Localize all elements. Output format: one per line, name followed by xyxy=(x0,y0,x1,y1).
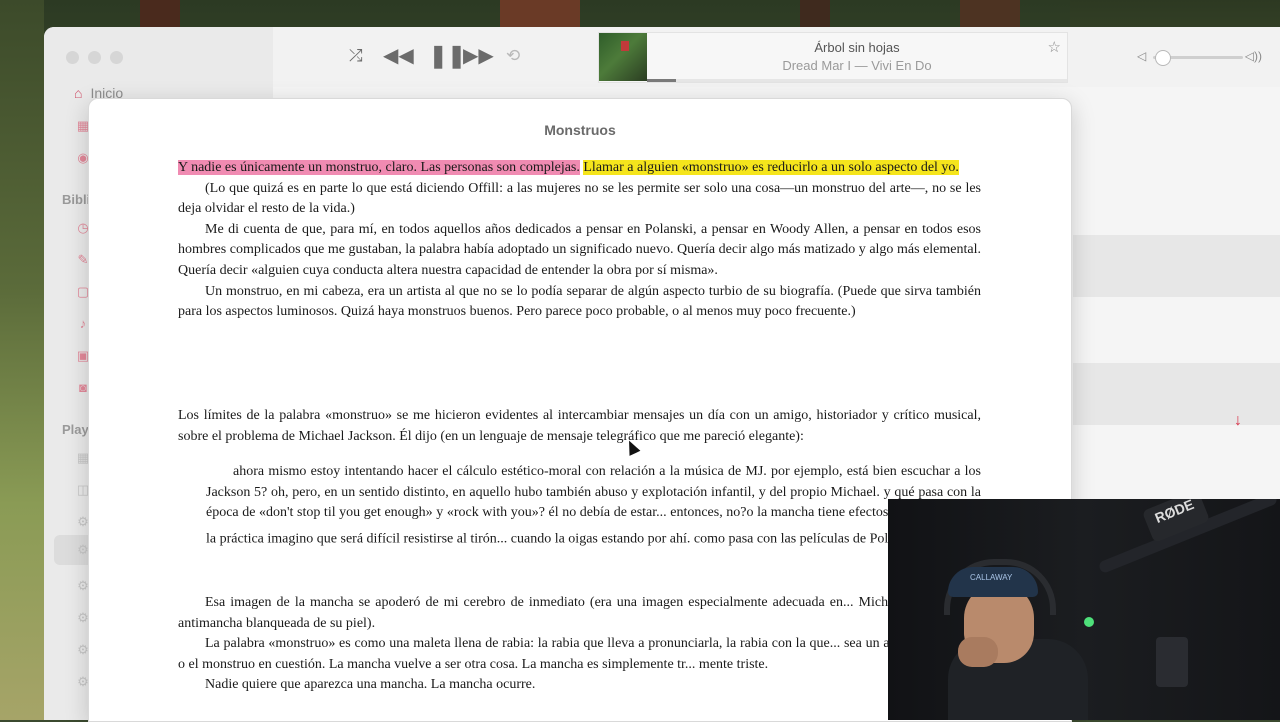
document-title: Monstruos xyxy=(544,122,616,138)
paragraph: (Lo que quizá es en parte lo que está di… xyxy=(178,180,981,217)
pause-icon[interactable]: ❚❚ xyxy=(429,45,466,67)
star-icon[interactable]: ☆ xyxy=(1048,38,1061,56)
document-body: Esa imagen de la mancha se apoderó de mi… xyxy=(178,593,981,696)
minimize-window-button[interactable] xyxy=(88,51,101,64)
track-artist-album: Dread Mar I — Vivi En Do xyxy=(782,58,932,73)
volume-control[interactable]: ◁ ◁)) xyxy=(1137,49,1262,66)
paragraph: Esa imagen de la mancha se apoderó de mi… xyxy=(178,595,981,631)
paragraph: Nadie quiere que aparezca una mancha. La… xyxy=(205,677,536,693)
sidebar-section-library: Bibli xyxy=(62,192,91,207)
highlight-yellow[interactable]: Llamar a alguien «monstruo» es reducirlo… xyxy=(583,160,959,175)
document-body: Los límites de la palabra «monstruo» se … xyxy=(178,406,981,447)
cap-logo: CALLAWAY xyxy=(970,573,1013,582)
list-row[interactable] xyxy=(1073,235,1280,297)
next-track-icon[interactable]: ▶▶ xyxy=(463,45,494,67)
paragraph: Me di cuenta de que, para mí, en todos a… xyxy=(178,221,981,278)
paragraph: Un monstruo, en mi cabeza, era un artist… xyxy=(178,283,981,320)
now-playing[interactable]: Árbol sin hojas Dread Mar I — Vivi En Do… xyxy=(598,32,1068,83)
album-artwork[interactable] xyxy=(599,33,647,81)
track-progress-bar[interactable] xyxy=(647,79,1067,82)
track-progress-fill xyxy=(647,79,677,82)
home-icon: ⌂ xyxy=(74,85,83,101)
shuffle-icon[interactable]: ⤮ xyxy=(349,45,363,67)
hand xyxy=(958,637,998,667)
paragraph: Y nadie es únicamente un monstruo, claro… xyxy=(178,158,981,179)
volume-high-icon: ◁)) xyxy=(1244,49,1262,63)
download-icon[interactable]: ↓ xyxy=(1234,412,1242,430)
green-light xyxy=(1084,617,1094,627)
paragraph: Los límites de la palabra «monstruo» se … xyxy=(178,408,981,444)
repeat-icon[interactable]: ⟲ xyxy=(506,45,520,67)
previous-track-icon[interactable]: ◀◀ xyxy=(383,45,414,67)
quote-text: ahora mismo estoy intentando hacer el cá… xyxy=(206,464,981,547)
block-quote: ahora mismo estoy intentando hacer el cá… xyxy=(206,462,981,550)
forest-left xyxy=(0,0,44,720)
document-body: Y nadie es únicamente un monstruo, claro… xyxy=(178,158,981,323)
paragraph: La palabra «monstruo» es como una maleta… xyxy=(178,636,981,672)
volume-low-icon: ◁ xyxy=(1137,49,1147,63)
zoom-window-button[interactable] xyxy=(110,51,123,64)
webcam-overlay: RØDE CALLAWAY xyxy=(888,499,1280,720)
cap xyxy=(948,567,1038,597)
highlight-pink[interactable]: Y nadie es únicamente un monstruo, claro… xyxy=(178,160,580,175)
volume-slider-knob[interactable] xyxy=(1155,50,1171,66)
close-window-button[interactable] xyxy=(66,51,79,64)
track-title: Árbol sin hojas xyxy=(814,40,900,55)
sidebar-section-playlists: Play xyxy=(62,422,89,437)
player-bar: ⤮ ◀◀ ❚❚ ▶▶ ⟲ Árbol sin hojas Dread Mar I… xyxy=(273,27,1280,88)
cup xyxy=(1156,637,1188,687)
list-row[interactable] xyxy=(1073,363,1280,425)
